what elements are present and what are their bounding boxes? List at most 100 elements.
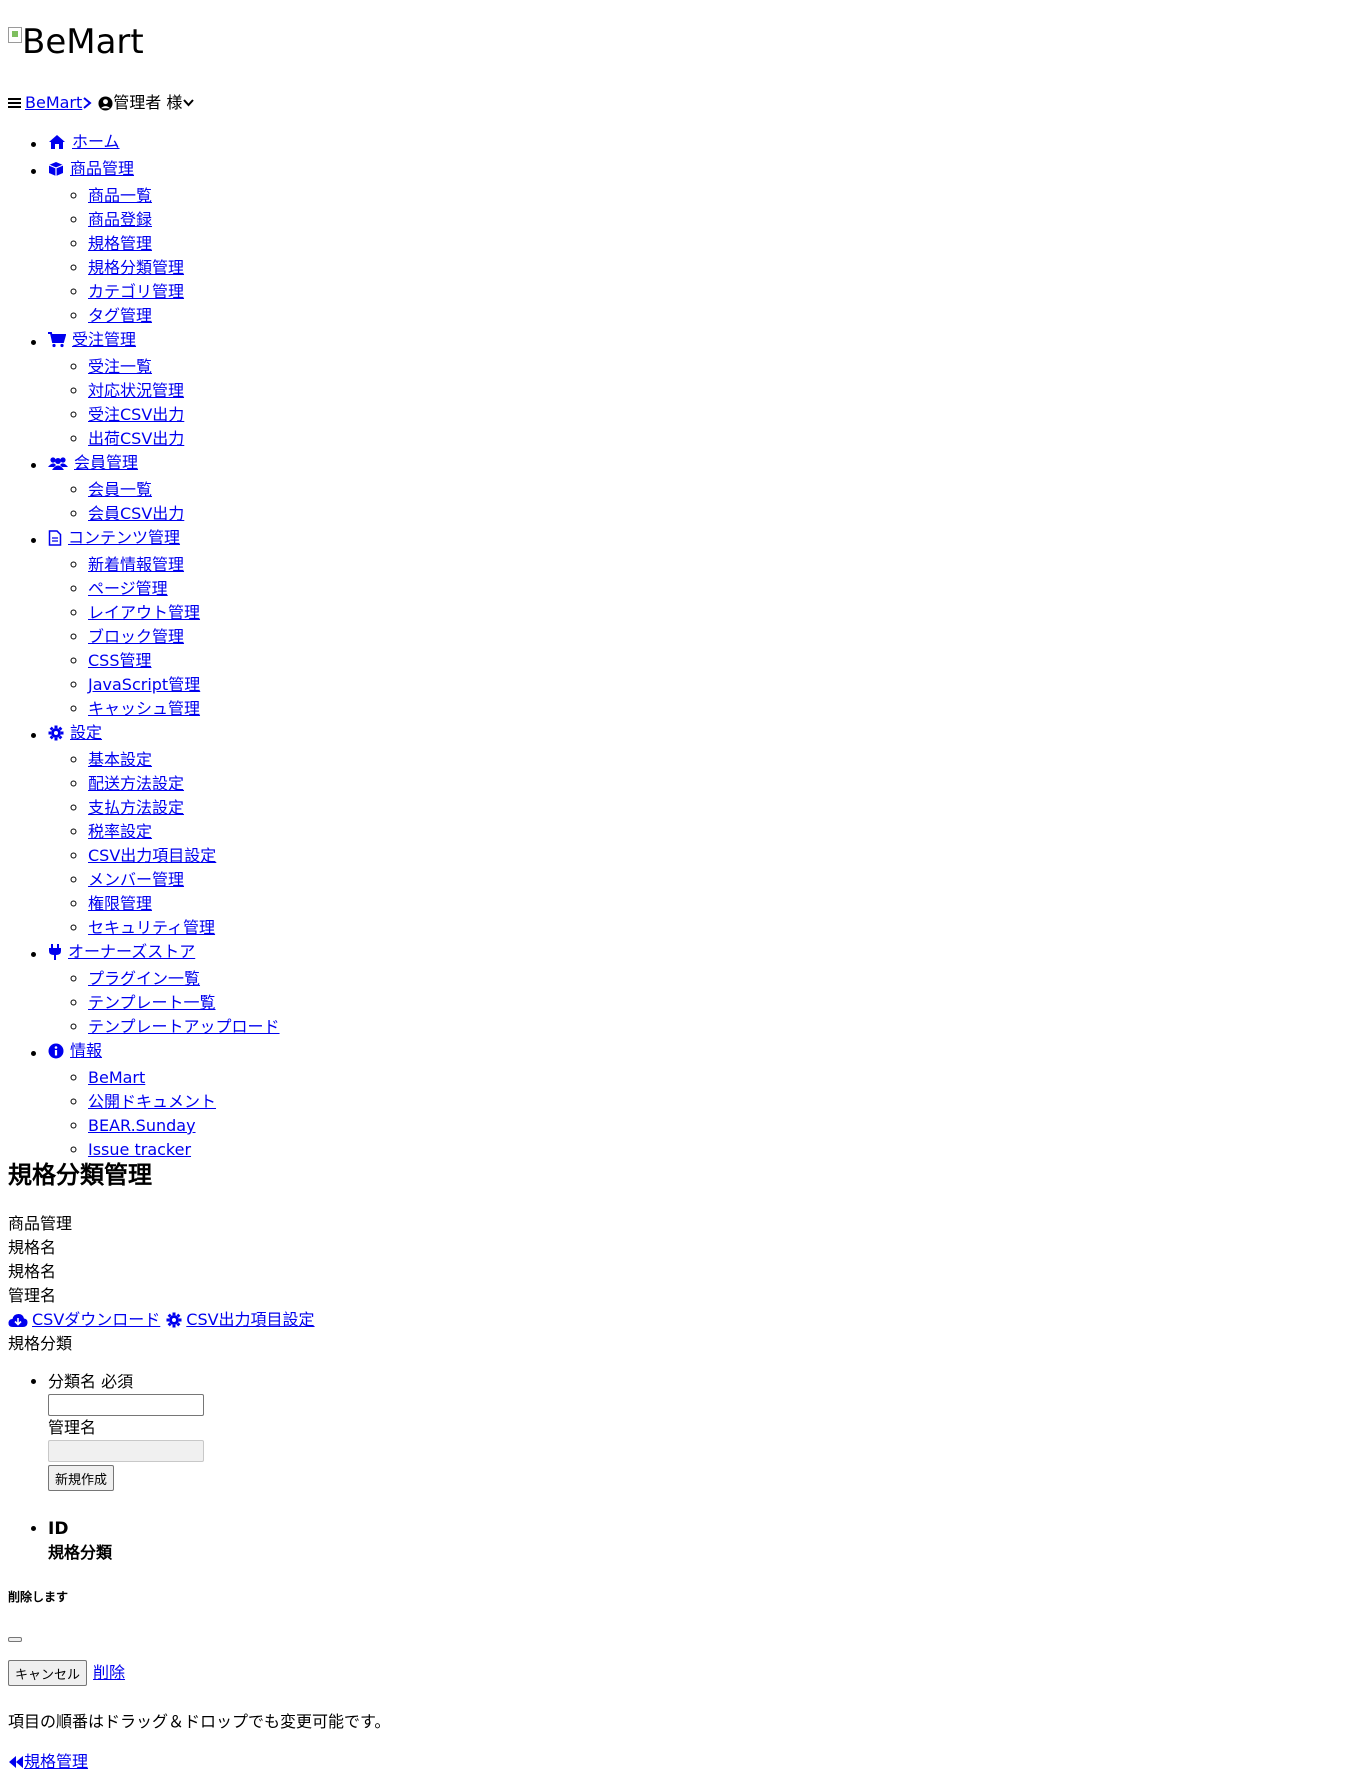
csv-download-label: CSVダウンロード	[32, 1310, 161, 1329]
nav-link-settings[interactable]: 設定	[48, 721, 102, 745]
nav-subitem: セキュリティ管理	[88, 916, 280, 940]
nav-section-home: ホーム	[48, 130, 280, 157]
nav-sublink[interactable]: BEAR.Sunday	[88, 1116, 196, 1135]
breadcrumb-line: 商品管理	[8, 1214, 73, 1233]
nav-sublink[interactable]: テンプレート一覧	[88, 993, 216, 1012]
create-button[interactable]: 新規作成	[48, 1465, 115, 1491]
nav-link-store[interactable]: オーナーズストア	[48, 940, 195, 964]
nav-link-contents[interactable]: コンテンツ管理	[48, 526, 180, 550]
nav-subitem: 商品一覧	[88, 184, 280, 208]
sidebar-nav: ホーム 商品管理 商品一覧 商品登録 規格管理 規格分類管理 カテゴリ管理 タグ…	[8, 130, 280, 1162]
nav-sublink[interactable]: プラグイン一覧	[88, 969, 200, 988]
nav-sublink[interactable]: 会員CSV出力	[88, 504, 184, 523]
class-name-input[interactable]	[48, 1394, 204, 1416]
nav-sublink[interactable]: 対応状況管理	[88, 381, 184, 400]
nav-sublink[interactable]: 規格管理	[88, 234, 152, 253]
nav-subitem: タグ管理	[88, 304, 280, 328]
nav-sublink[interactable]: 公開ドキュメント	[88, 1092, 216, 1111]
nav-subitem: カテゴリ管理	[88, 280, 280, 304]
breadcrumb-home-link[interactable]: BeMart	[25, 91, 82, 115]
cancel-button[interactable]: キャンセル	[8, 1660, 88, 1686]
users-icon	[48, 455, 70, 471]
nav-sublink[interactable]: テンプレートアップロード	[88, 1017, 280, 1036]
file-icon	[48, 530, 64, 546]
nav-sublink[interactable]: 会員一覧	[88, 480, 152, 499]
nav-subitem: レイアウト管理	[88, 601, 280, 625]
nav-section-orders: 受注管理 受注一覧 対応状況管理 受注CSV出力 出荷CSV出力	[48, 328, 280, 451]
nav-sublink[interactable]: 基本設定	[88, 750, 152, 769]
nav-sublink[interactable]: 商品一覧	[88, 186, 152, 205]
nav-sublink[interactable]: 税率設定	[88, 822, 152, 841]
nav-link-label: 商品管理	[70, 159, 135, 178]
nav-sublink[interactable]: 配送方法設定	[88, 774, 184, 793]
nav-subitem: 商品登録	[88, 208, 280, 232]
home-icon	[48, 134, 68, 150]
nav-sublink[interactable]: CSV出力項目設定	[88, 846, 216, 865]
csv-settings-link[interactable]: CSV出力項目設定	[166, 1308, 315, 1332]
nav-sublink[interactable]: セキュリティ管理	[88, 918, 215, 937]
menu-icon[interactable]	[8, 97, 21, 109]
nav-subitem: Issue tracker	[88, 1138, 280, 1162]
nav-subitem: メンバー管理	[88, 868, 280, 892]
nav-sublink[interactable]: ブロック管理	[88, 627, 184, 646]
nav-link-products[interactable]: 商品管理	[48, 157, 134, 181]
nav-submenu-products: 商品一覧 商品登録 規格管理 規格分類管理 カテゴリ管理 タグ管理	[48, 184, 280, 328]
nav-sublink[interactable]: ページ管理	[88, 579, 168, 598]
gear-icon	[166, 1312, 182, 1328]
cart-icon	[48, 332, 68, 348]
nav-sublink[interactable]: 新着情報管理	[88, 555, 184, 574]
nav-sublink[interactable]: メンバー管理	[88, 870, 184, 889]
modal-close-button[interactable]	[8, 1637, 22, 1642]
nav-sublink[interactable]: 商品登録	[88, 210, 152, 229]
nav-section-members: 会員管理 会員一覧 会員CSV出力	[48, 451, 280, 526]
csv-settings-label: CSV出力項目設定	[186, 1310, 315, 1329]
brand-logo: BeMart	[8, 22, 144, 62]
nav-section-products: 商品管理 商品一覧 商品登録 規格管理 規格分類管理 カテゴリ管理 タグ管理	[48, 157, 280, 328]
nav-sublink[interactable]: BeMart	[88, 1068, 145, 1087]
nav-submenu-contents: 新着情報管理 ページ管理 レイアウト管理 ブロック管理 CSS管理 JavaSc…	[48, 553, 280, 721]
nav-sublink[interactable]: CSS管理	[88, 651, 152, 670]
nav-sublink[interactable]: キャッシュ管理	[88, 699, 200, 718]
nav-subitem: 公開ドキュメント	[88, 1090, 280, 1114]
back-link[interactable]: 規格管理	[8, 1750, 88, 1774]
logo-alt-text: BeMart	[22, 22, 144, 62]
plug-icon	[48, 944, 64, 960]
delete-link[interactable]: 削除	[93, 1661, 125, 1685]
user-circle-icon	[98, 95, 113, 111]
nav-link-label: オーナーズストア	[68, 942, 196, 961]
nav-sublink[interactable]: レイアウト管理	[88, 603, 200, 622]
back-link-label: 規格管理	[24, 1752, 89, 1771]
chevron-down-icon	[182, 98, 195, 108]
nav-link-members[interactable]: 会員管理	[48, 451, 138, 475]
nav-sublink[interactable]: JavaScript管理	[88, 675, 200, 694]
info-icon	[48, 1043, 66, 1059]
nav-sublink[interactable]: タグ管理	[88, 306, 152, 325]
nav-link-orders[interactable]: 受注管理	[48, 328, 136, 352]
column-header-id: ID	[48, 1519, 69, 1539]
nav-link-label: 受注管理	[72, 330, 137, 349]
nav-submenu-info: BeMart 公開ドキュメント BEAR.Sunday Issue tracke…	[48, 1066, 280, 1162]
nav-subitem: 会員CSV出力	[88, 502, 280, 526]
admin-name-input[interactable]	[48, 1440, 204, 1462]
nav-sublink[interactable]: 権限管理	[88, 894, 152, 913]
nav-sublink[interactable]: 出荷CSV出力	[88, 429, 184, 448]
nav-sublink[interactable]: Issue tracker	[88, 1140, 191, 1159]
nav-subitem: 出荷CSV出力	[88, 427, 280, 451]
nav-section-settings: 設定 基本設定 配送方法設定 支払方法設定 税率設定 CSV出力項目設定 メンバ…	[48, 721, 280, 940]
nav-submenu-orders: 受注一覧 対応状況管理 受注CSV出力 出荷CSV出力	[48, 355, 280, 451]
nav-link-info[interactable]: 情報	[48, 1039, 102, 1063]
nav-subitem: 税率設定	[88, 820, 280, 844]
nav-sublink[interactable]: 受注一覧	[88, 357, 152, 376]
nav-sublink[interactable]: 受注CSV出力	[88, 405, 184, 424]
nav-section-contents: コンテンツ管理 新着情報管理 ページ管理 レイアウト管理 ブロック管理 CSS管…	[48, 526, 280, 721]
nav-sublink[interactable]: 規格分類管理	[88, 258, 184, 277]
nav-subitem: BeMart	[88, 1066, 280, 1090]
csv-download-link[interactable]: CSVダウンロード	[8, 1308, 160, 1332]
nav-sublink[interactable]: 支払方法設定	[88, 798, 184, 817]
nav-subitem: 規格管理	[88, 232, 280, 256]
nav-link-home[interactable]: ホーム	[48, 130, 120, 154]
topbar: BeMart 管理者 様	[8, 91, 195, 115]
user-menu[interactable]: 管理者 様	[98, 91, 195, 115]
nav-subitem: 新着情報管理	[88, 553, 280, 577]
nav-sublink[interactable]: カテゴリ管理	[88, 282, 184, 301]
